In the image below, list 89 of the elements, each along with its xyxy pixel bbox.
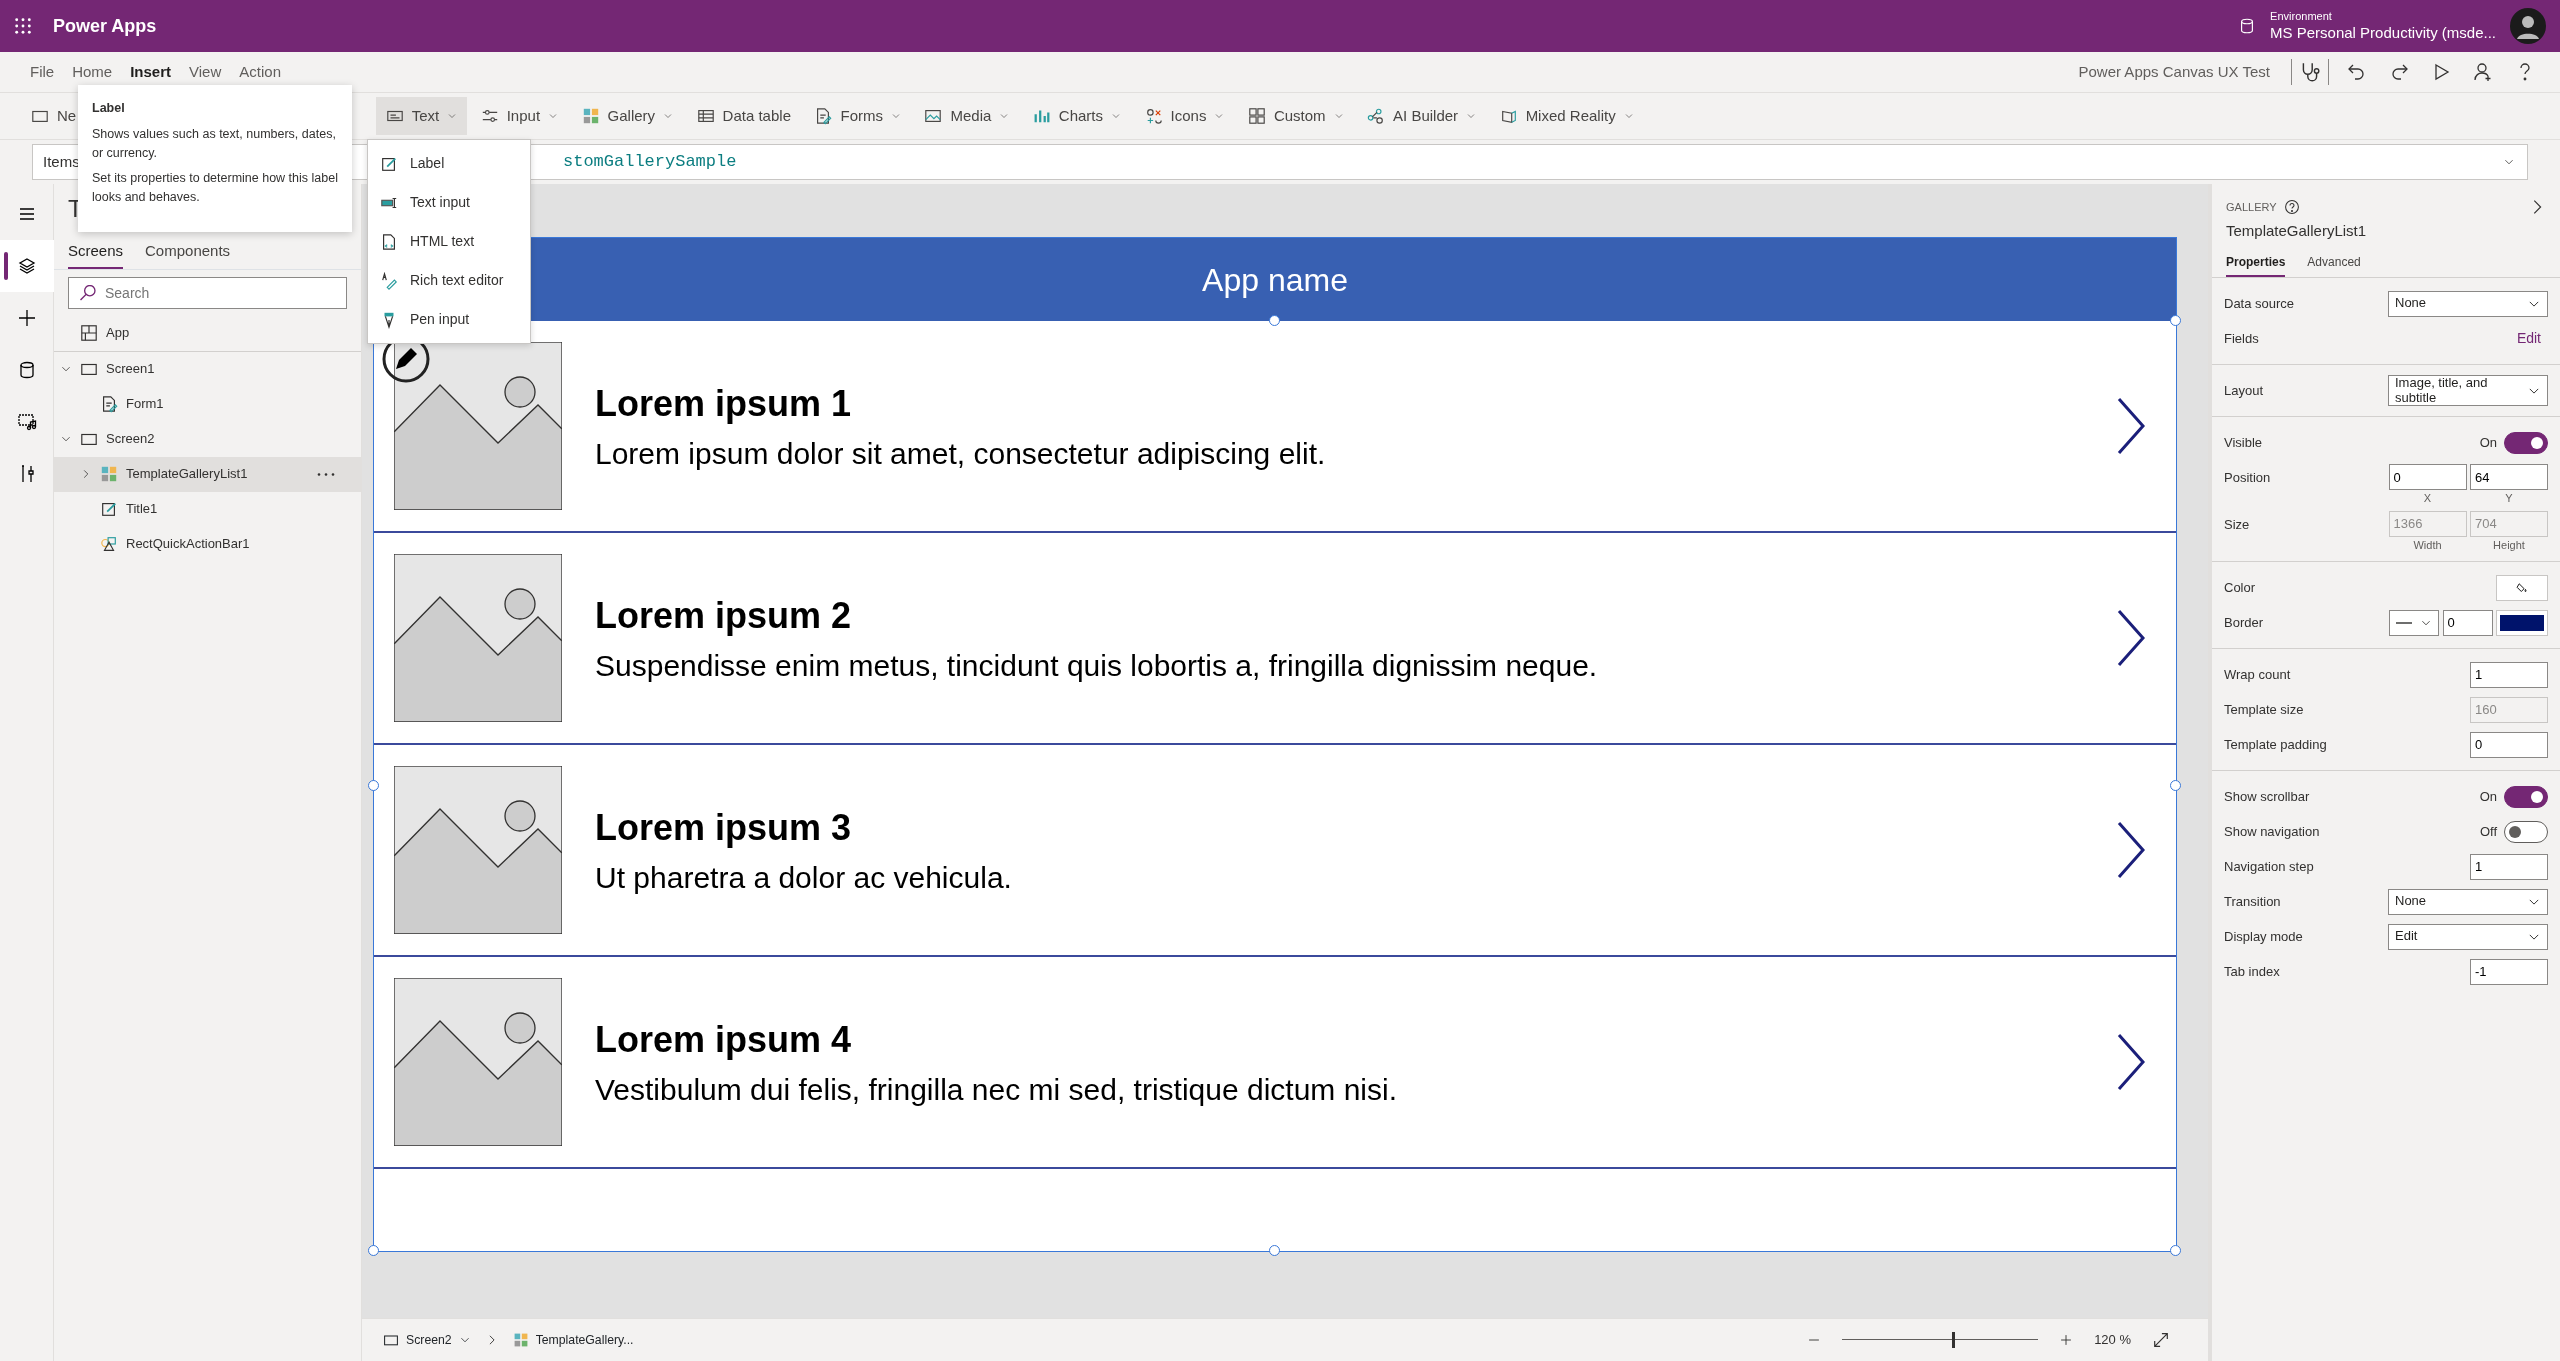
dropdown[interactable]: None [2388,290,2548,317]
item-subtitle: Ut pharetra a dolor ac vehicula. [595,859,1013,896]
property-label: Show scrollbar [2224,787,2310,806]
property-label: Template padding [2224,735,2327,754]
number-field[interactable]: 64 [2470,464,2548,490]
number-field[interactable]: -1 [2470,958,2548,985]
toolbar-menu-button[interactable]: Custom [1237,97,1354,135]
edit-link[interactable]: Edit [2516,328,2541,349]
item-subtitle: Lorem ipsum dolor sit amet, consectetur adipiscing elit. [595,435,1327,472]
tooltip-title: Label [92,100,126,117]
menu-item[interactable]: Label [368,144,530,183]
toggle-state-text: Off [2479,822,2497,841]
control-name: TemplateGalleryList1 [2226,220,2368,241]
item-title: Lorem ipsum 2 [595,593,853,638]
menu-tab[interactable]: Home [63,56,122,88]
property-label: Data source [2224,294,2295,313]
toolbar-menu-button[interactable]: Forms [804,97,911,135]
search-field[interactable]: Search [68,276,347,309]
property-label: Wrap count [2224,665,2291,684]
control-type-label: GALLERY [2226,199,2277,215]
panel-tab[interactable]: Properties [2226,249,2286,277]
field-caption: Height [2492,537,2526,553]
property-label: Show navigation [2224,822,2320,841]
property-label: Size [2224,515,2250,534]
item-title: Lorem ipsum 4 [595,1017,853,1062]
property-name[interactable]: Items [43,150,80,174]
menu-tab[interactable]: Action [230,56,290,88]
toolbar-menu-button[interactable]: Text [375,97,468,135]
menu-item[interactable]: HTML text [368,222,530,261]
tree-item[interactable]: RectQuickActionBar1 [54,526,361,562]
tree-item[interactable]: App [54,315,361,351]
item-subtitle: Suspendisse enim metus, tincidunt quis lobortis a, fringilla dignissim neque. [595,647,1599,684]
tree-item[interactable]: Title1 [54,491,361,527]
item-subtitle: Vestibulum dui felis, fringilla nec mi sed, tristique dictum nisi. [595,1071,1398,1108]
panel-tab[interactable]: Advanced [2307,249,2361,277]
tree-item[interactable]: Screen2 [54,421,361,457]
toolbar-menu-button[interactable]: Mixed Reality [1489,97,1644,135]
environment-label: Environment [2270,9,2333,24]
toolbar-menu-button[interactable]: AI Builder [1357,97,1487,135]
field-caption: Y [2504,491,2514,506]
toolbar-button[interactable]: Data table [686,97,801,135]
tree-item[interactable]: Form1 [54,386,361,422]
property-label: Layout [2224,381,2264,400]
zoom-level: 120 % [2094,1331,2131,1350]
toolbar-menu-button[interactable]: Gallery [571,97,684,135]
menu-item[interactable]: Rich text editor [368,261,530,300]
dropdown[interactable]: Edit [2388,923,2548,950]
menu-tab[interactable]: View [180,56,231,88]
property-label: Fields [2224,329,2259,348]
toggle-state-text: On [2479,787,2497,806]
property-label: Display mode [2224,927,2303,946]
menu-tab[interactable]: File [21,56,64,88]
toggle-state-text: On [2479,433,2497,452]
field-caption: X [2422,491,2433,506]
item-title: Lorem ipsum 3 [595,805,853,850]
panel-tab[interactable]: Components [145,236,231,269]
menu-item[interactable]: Text input [368,183,530,222]
toolbar-menu-button[interactable]: Input [470,97,569,135]
toolbar-menu-button[interactable]: Icons [1134,97,1235,135]
menu-tab[interactable]: Insert [121,56,181,88]
property-label: Tab index [2224,962,2280,981]
number-field[interactable]: 1 [2470,853,2548,880]
toolbar-menu-button[interactable]: Media [914,97,1020,135]
number-field[interactable]: 0 [2388,464,2467,490]
number-field[interactable]: 1 [2470,661,2548,688]
number-field[interactable]: 0 [2442,609,2493,636]
tree-item[interactable]: TemplateGalleryList1 [54,456,361,492]
property-label: Visible [2224,433,2263,452]
toolbar-menu-button[interactable]: Charts [1022,97,1132,135]
app-title: Power Apps [53,14,157,38]
property-label: Transition [2224,892,2281,911]
property-label: Border [2224,613,2264,632]
screen-breadcrumb[interactable]: Screen2 [376,1327,478,1353]
tree-item[interactable]: Screen1 [54,351,361,387]
menu-item[interactable]: Pen input [368,300,530,339]
property-label: Position [2224,469,2271,487]
property-label: Color [2224,578,2256,597]
toolbar-button[interactable]: Ne [21,97,87,135]
dropdown[interactable]: Image, title, and subtitle [2388,374,2548,407]
field-caption: Width [2412,537,2443,553]
item-title: Lorem ipsum 1 [595,381,853,426]
control-breadcrumb[interactable]: TemplateGallery... [505,1327,641,1353]
app-name-text: Power Apps Canvas UX Test [2078,61,2270,82]
property-label: Template size [2224,700,2304,719]
property-label: Navigation step [2224,857,2314,876]
panel-tab[interactable]: Screens [68,236,124,269]
environment-name[interactable]: MS Personal Productivity (msde... [2270,23,2496,43]
dropdown[interactable]: None [2388,888,2548,915]
number-field[interactable]: 0 [2470,731,2548,758]
